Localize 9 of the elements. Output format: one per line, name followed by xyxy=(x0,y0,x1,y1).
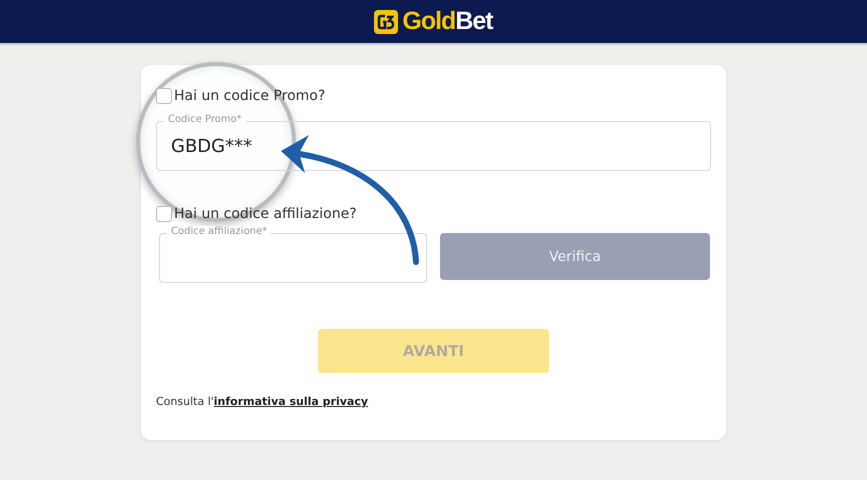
checkbox[interactable] xyxy=(156,206,172,222)
checkbox-label: Hai un codice affiliazione? xyxy=(174,206,357,222)
privacy-text: Consulta l' xyxy=(156,395,214,408)
promo-code-field[interactable]: GBDG*** xyxy=(156,121,711,171)
logo-text: GoldBet xyxy=(402,7,493,36)
checkbox-label: Hai un codice Promo? xyxy=(174,88,326,104)
privacy-link[interactable]: informativa sulla privacy xyxy=(214,395,368,408)
checkbox[interactable] xyxy=(156,88,172,104)
logo-icon xyxy=(374,10,398,34)
